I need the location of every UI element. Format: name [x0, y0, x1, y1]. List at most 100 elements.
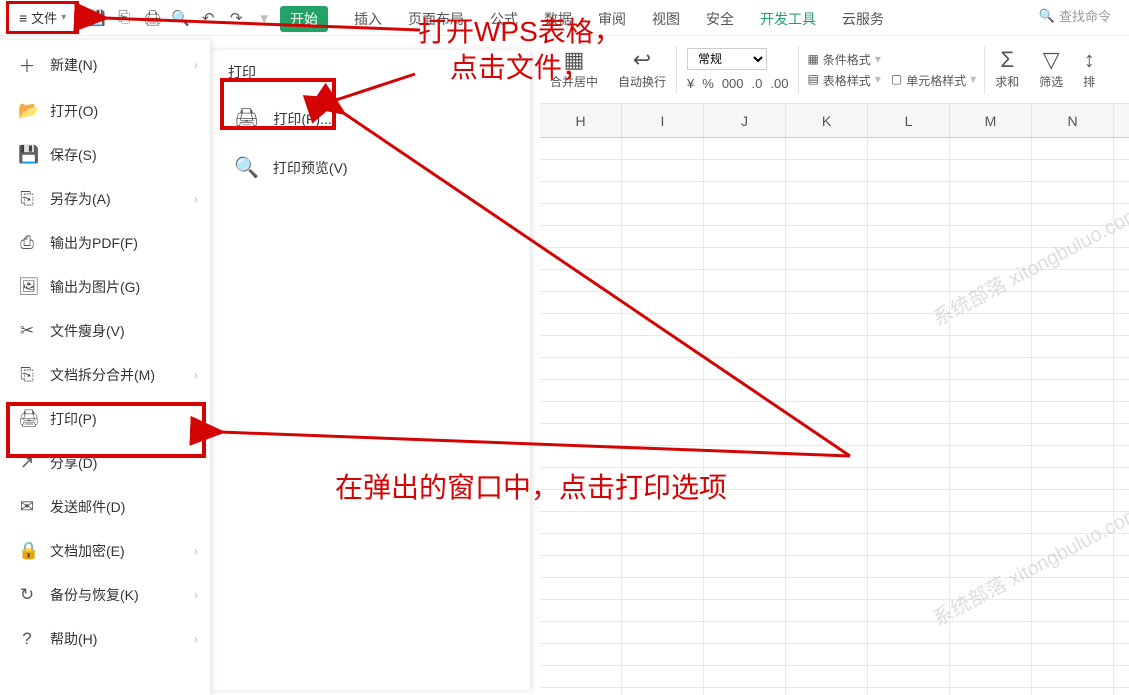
cell[interactable] [786, 644, 868, 666]
cell[interactable] [540, 468, 622, 490]
cell[interactable] [950, 314, 1032, 336]
cell[interactable] [1114, 248, 1129, 270]
tab-data[interactable]: 数据 [544, 9, 572, 29]
cell[interactable] [1114, 512, 1129, 534]
cell[interactable] [540, 578, 622, 600]
cell[interactable] [786, 292, 868, 314]
cell[interactable] [622, 490, 704, 512]
cell[interactable] [704, 226, 786, 248]
cell[interactable] [868, 402, 950, 424]
cell[interactable] [1114, 138, 1129, 160]
tab-layout[interactable]: 页面布局 [408, 9, 464, 29]
cell[interactable] [1114, 490, 1129, 512]
cell[interactable] [1032, 424, 1114, 446]
cell[interactable] [1032, 512, 1114, 534]
file-menu-item-7[interactable]: ⎘文档拆分合并(M)› [0, 353, 210, 397]
file-menu-item-0[interactable]: ＋新建(N)› [0, 40, 210, 89]
cell-style-button[interactable]: ▢单元格样式▾ [891, 72, 976, 89]
cell[interactable] [868, 248, 950, 270]
cell[interactable] [1032, 534, 1114, 556]
cell[interactable] [786, 182, 868, 204]
cell[interactable] [540, 248, 622, 270]
cell[interactable] [540, 534, 622, 556]
cell[interactable] [622, 314, 704, 336]
column-header[interactable]: K [786, 104, 868, 138]
cell[interactable] [1032, 358, 1114, 380]
cell[interactable] [540, 490, 622, 512]
cell[interactable] [1114, 292, 1129, 314]
cell[interactable] [1114, 314, 1129, 336]
cell[interactable] [950, 204, 1032, 226]
cell[interactable] [622, 292, 704, 314]
file-menu-item-6[interactable]: ✂文件瘦身(V) [0, 309, 210, 353]
cell[interactable] [950, 270, 1032, 292]
dec-decrease-button[interactable]: .00 [770, 76, 788, 91]
cell[interactable] [950, 226, 1032, 248]
column-header[interactable]: L [868, 104, 950, 138]
file-menu-item-5[interactable]: 🖼输出为图片(G) [0, 265, 210, 309]
column-header[interactable]: O [1114, 104, 1129, 138]
cell[interactable] [1114, 160, 1129, 182]
cell[interactable] [950, 468, 1032, 490]
cell[interactable] [1114, 446, 1129, 468]
cell[interactable] [868, 160, 950, 182]
cell[interactable] [868, 380, 950, 402]
cell[interactable] [950, 248, 1032, 270]
cell[interactable] [868, 336, 950, 358]
wrap-text-button[interactable]: ↩ 自动换行 [608, 49, 676, 90]
cell[interactable] [950, 512, 1032, 534]
cell[interactable] [950, 578, 1032, 600]
column-header[interactable]: J [704, 104, 786, 138]
currency-button[interactable]: ¥ [687, 76, 694, 91]
column-header[interactable]: N [1032, 104, 1114, 138]
cell[interactable] [540, 600, 622, 622]
cell[interactable] [704, 512, 786, 534]
file-menu-item-2[interactable]: 💾保存(S) [0, 133, 210, 177]
tab-dev[interactable]: 开发工具 [760, 9, 816, 29]
cell[interactable] [950, 402, 1032, 424]
cell[interactable] [1114, 402, 1129, 424]
cell[interactable] [786, 358, 868, 380]
column-header[interactable]: I [622, 104, 704, 138]
tab-start[interactable]: 开始 [280, 6, 328, 32]
cell[interactable] [868, 512, 950, 534]
cell[interactable] [704, 270, 786, 292]
cell[interactable] [540, 160, 622, 182]
cell[interactable] [950, 358, 1032, 380]
cell[interactable] [786, 380, 868, 402]
cell[interactable] [950, 424, 1032, 446]
cell[interactable] [704, 490, 786, 512]
cell[interactable] [950, 688, 1032, 695]
cell[interactable] [786, 468, 868, 490]
cell[interactable] [1032, 644, 1114, 666]
cell[interactable] [868, 182, 950, 204]
cell[interactable] [540, 380, 622, 402]
cell[interactable] [540, 622, 622, 644]
cell[interactable] [1032, 314, 1114, 336]
file-menu-item-10[interactable]: ✉发送邮件(D) [0, 485, 210, 529]
cell[interactable] [1032, 600, 1114, 622]
cell[interactable] [1032, 226, 1114, 248]
cell[interactable] [950, 336, 1032, 358]
tab-insert[interactable]: 插入 [354, 9, 382, 29]
file-menu-item-4[interactable]: ⎙输出为PDF(F) [0, 221, 210, 265]
cell[interactable] [704, 248, 786, 270]
cell[interactable] [622, 578, 704, 600]
cell[interactable] [704, 204, 786, 226]
cell[interactable] [1114, 380, 1129, 402]
file-menu-item-13[interactable]: ?帮助(H)› [0, 617, 210, 661]
cell[interactable] [950, 490, 1032, 512]
cell[interactable] [1114, 578, 1129, 600]
cell[interactable] [540, 336, 622, 358]
file-menu-item-3[interactable]: ⎘另存为(A)› [0, 177, 210, 221]
command-search[interactable]: 🔍 查找命令 [1039, 6, 1111, 25]
cell[interactable] [786, 490, 868, 512]
cell[interactable] [1114, 600, 1129, 622]
cell[interactable] [1032, 204, 1114, 226]
cell[interactable] [540, 688, 622, 695]
cell[interactable] [622, 380, 704, 402]
cell[interactable] [868, 490, 950, 512]
cell[interactable] [704, 314, 786, 336]
cell[interactable] [704, 182, 786, 204]
file-menu-item-8[interactable]: 🖨打印(P)› [0, 397, 210, 441]
